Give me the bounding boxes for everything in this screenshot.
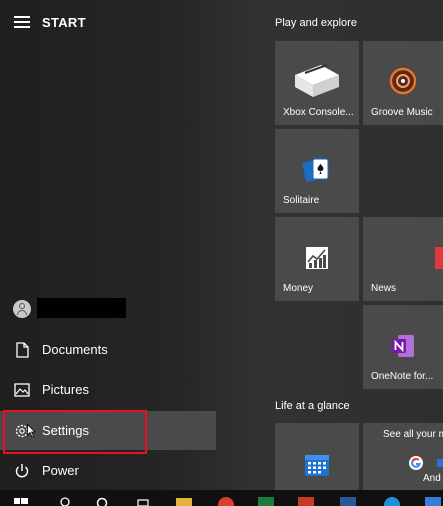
- tile-money[interactable]: Money: [275, 217, 359, 301]
- pictures-icon: [14, 383, 30, 397]
- power-icon: [15, 464, 29, 478]
- calendar-icon: [305, 455, 329, 476]
- file-explorer-icon[interactable]: [176, 498, 192, 506]
- tile-groove-music[interactable]: Groove Music: [363, 41, 443, 125]
- user-avatar-icon[interactable]: [13, 300, 31, 318]
- groove-music-icon: [389, 67, 417, 95]
- tile-xbox-label: Xbox Console...: [283, 107, 354, 118]
- power-label: Power: [42, 463, 79, 478]
- tile-news[interactable]: News: [363, 217, 443, 301]
- tile-money-label: Money: [283, 283, 314, 294]
- chrome-icon[interactable]: [218, 497, 234, 506]
- onenote-icon: [392, 335, 414, 357]
- mouse-cursor-icon: [27, 424, 36, 438]
- taskbar-app-icon[interactable]: [425, 497, 441, 506]
- tile-onenote[interactable]: OneNote for...: [363, 305, 443, 389]
- left-rail: START Documents Pictures Settings Power: [0, 0, 258, 490]
- tile-see-all-label: See all your m: [383, 429, 443, 440]
- windows-logo-icon[interactable]: [14, 494, 28, 506]
- tile-mail[interactable]: See all your m And: [363, 423, 443, 490]
- money-chart-icon: [306, 247, 328, 269]
- tile-and-label: And: [423, 473, 441, 484]
- excel-icon[interactable]: [258, 497, 274, 506]
- tile-solitaire-label: Solitaire: [283, 195, 320, 206]
- powerpoint-icon[interactable]: [298, 497, 314, 506]
- settings-highlight-box: [3, 410, 147, 454]
- hamburger-menu-icon[interactable]: [14, 16, 30, 29]
- group-title-life-at-a-glance: Life at a glance: [275, 400, 350, 412]
- documents-item[interactable]: Documents: [0, 330, 258, 370]
- group-title-play-and-explore: Play and explore: [275, 17, 357, 29]
- word-icon[interactable]: [340, 497, 356, 506]
- mail-app-icon: [437, 459, 443, 467]
- tile-calendar[interactable]: [275, 423, 359, 490]
- task-view-icon[interactable]: [135, 494, 151, 506]
- taskbar: [0, 490, 443, 506]
- xbox-console-icon: [295, 64, 339, 97]
- tile-groove-label: Groove Music: [371, 107, 433, 118]
- google-icon: [409, 456, 423, 470]
- pictures-item[interactable]: Pictures: [0, 370, 258, 410]
- start-menu: START Documents Pictures Settings Power …: [0, 0, 443, 490]
- tile-solitaire[interactable]: Solitaire: [275, 129, 359, 213]
- power-item[interactable]: Power: [0, 451, 258, 491]
- cortana-icon[interactable]: [94, 494, 110, 506]
- news-icon: [435, 247, 443, 269]
- user-name-redacted[interactable]: [37, 298, 126, 318]
- start-title: START: [42, 15, 86, 30]
- pictures-label: Pictures: [42, 382, 89, 397]
- documents-label: Documents: [42, 342, 108, 357]
- tile-xbox-console[interactable]: Xbox Console...: [275, 41, 359, 125]
- search-icon[interactable]: [58, 494, 74, 506]
- tile-onenote-label: OneNote for...: [371, 371, 434, 382]
- tile-news-label: News: [371, 283, 397, 294]
- telegram-icon[interactable]: [384, 497, 400, 506]
- document-icon: [16, 342, 29, 358]
- solitaire-cards-icon: [302, 158, 329, 182]
